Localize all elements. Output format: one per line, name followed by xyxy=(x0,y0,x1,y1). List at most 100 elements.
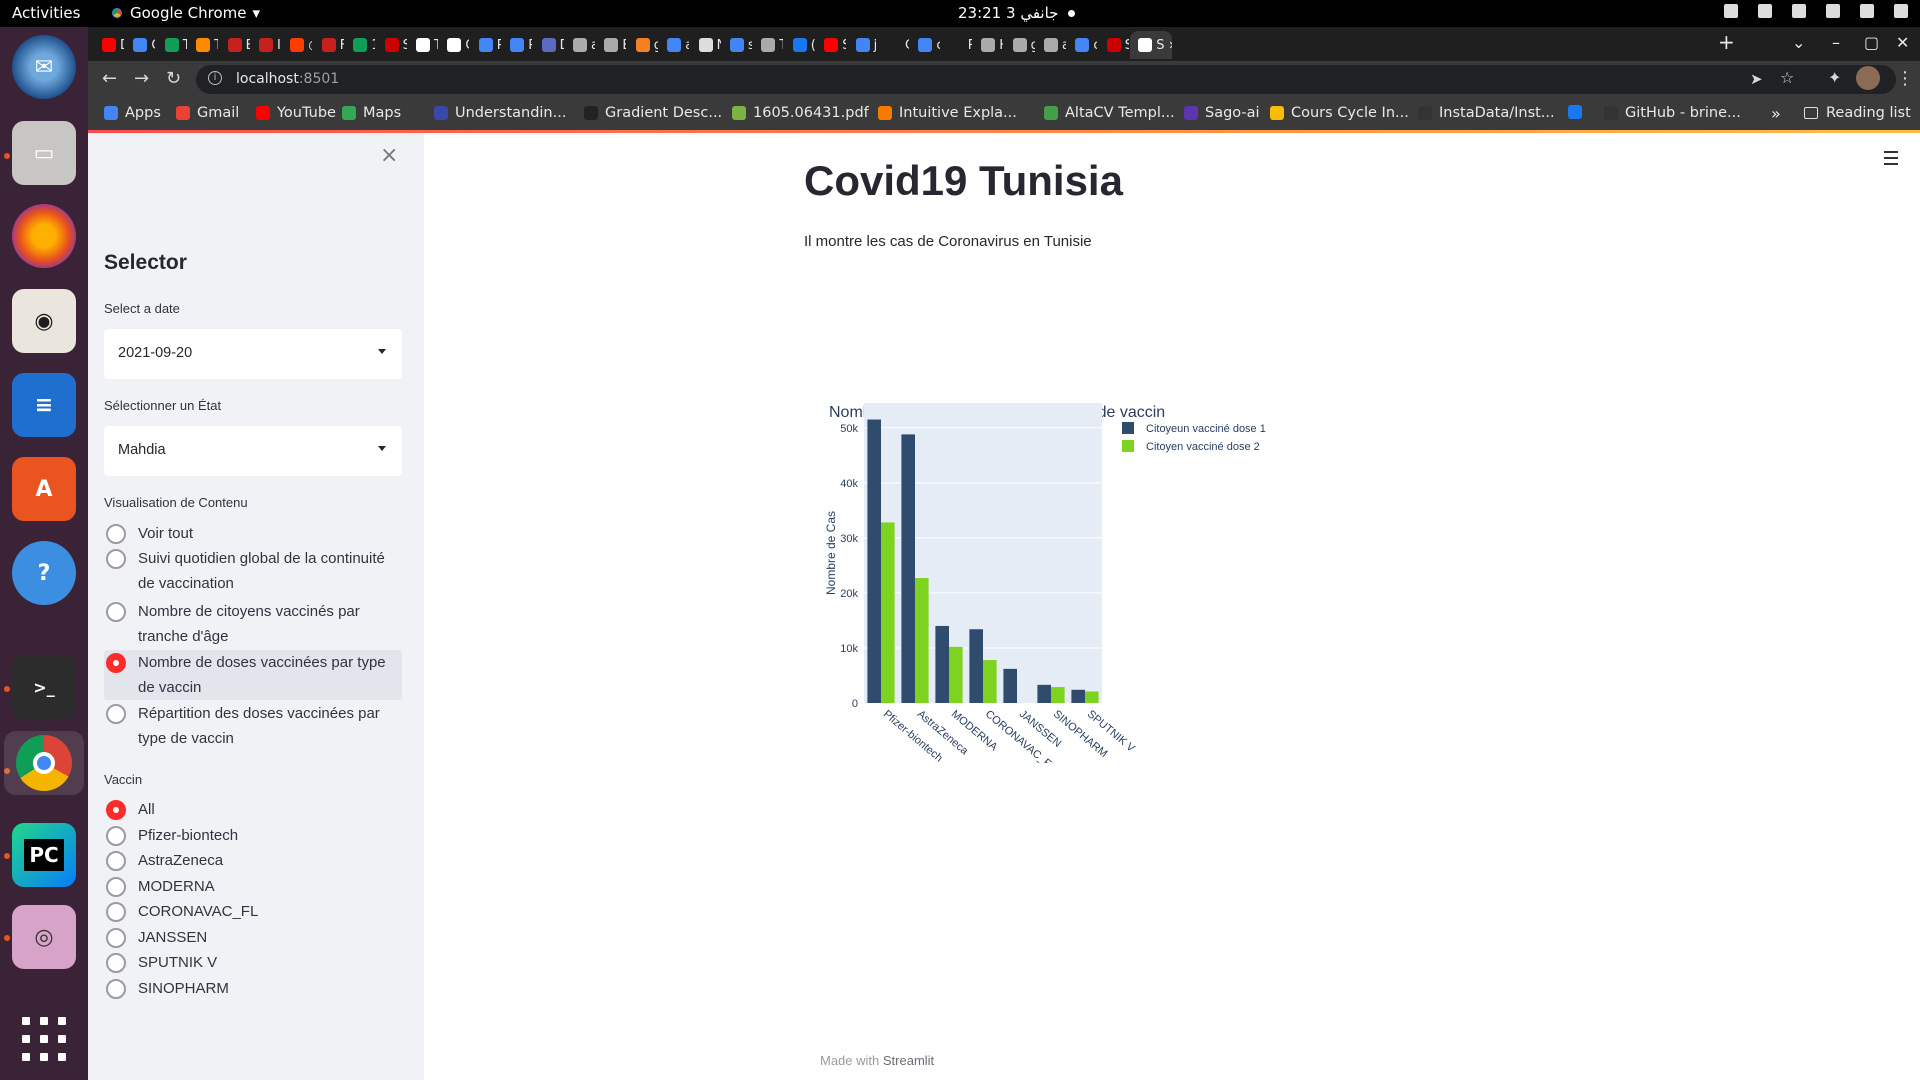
bookmark-item[interactable]: Cours Cycle In... xyxy=(1270,105,1409,121)
vaccine-option[interactable]: CORONAVAC_FL xyxy=(104,899,402,924)
vaccine-option[interactable]: MODERNA xyxy=(104,874,402,899)
back-icon[interactable]: ← xyxy=(102,68,117,89)
browser-tab[interactable]: R xyxy=(942,31,972,59)
browser-tab[interactable]: T xyxy=(188,31,218,59)
rhythmbox-icon[interactable]: ◉ xyxy=(12,289,76,353)
state-select[interactable]: Mahdia xyxy=(104,426,402,476)
browser-tab[interactable]: a xyxy=(659,31,689,59)
radio-button-icon[interactable] xyxy=(106,800,126,820)
browser-tab[interactable]: S xyxy=(377,31,407,59)
bookmark-item[interactable]: Intuitive Expla... xyxy=(878,105,1017,121)
content-option[interactable]: Suivi quotidien global de la continuité … xyxy=(104,546,402,596)
browser-tab[interactable]: D xyxy=(534,31,564,59)
more-menu-icon[interactable]: ⋮ xyxy=(1896,68,1914,89)
browser-tab[interactable]: C xyxy=(879,31,909,59)
radio-button-icon[interactable] xyxy=(106,549,126,569)
bookmark-item[interactable]: Apps xyxy=(104,105,161,121)
content-option[interactable]: Voir tout xyxy=(104,521,402,546)
radio-button-icon[interactable] xyxy=(106,979,126,999)
reload-icon[interactable]: ↻ xyxy=(166,68,181,89)
radio-button-icon[interactable] xyxy=(106,953,126,973)
forward-icon[interactable]: → xyxy=(134,68,149,89)
browser-tab[interactable]: ◎ xyxy=(282,31,312,59)
show-applications-icon[interactable] xyxy=(22,1017,66,1061)
radio-button-icon[interactable] xyxy=(106,851,126,871)
close-sidebar-icon[interactable]: × xyxy=(380,143,398,168)
browser-tab[interactable]: P xyxy=(502,31,532,59)
bookmark-item[interactable]: YouTube xyxy=(256,105,336,121)
radio-button-icon[interactable] xyxy=(106,928,126,948)
minimize-icon[interactable]: – xyxy=(1832,33,1840,52)
vaccine-option[interactable]: JANSSEN xyxy=(104,925,402,950)
radio-button-icon[interactable] xyxy=(106,653,126,673)
vaccine-option[interactable]: All xyxy=(104,797,402,822)
camera-app-icon[interactable]: ◎ xyxy=(12,905,76,969)
content-option[interactable]: Répartition des doses vaccinées par type… xyxy=(104,701,402,751)
thunderbird-icon[interactable]: ✉ xyxy=(12,35,76,99)
browser-tab[interactable]: je xyxy=(848,31,878,59)
bookmark-item[interactable]: Gradient Desc... xyxy=(584,105,722,121)
vaccine-option[interactable]: SPUTNIK V xyxy=(104,950,402,975)
radio-button-icon[interactable] xyxy=(106,704,126,724)
radio-button-icon[interactable] xyxy=(106,877,126,897)
browser-tab[interactable]: P xyxy=(471,31,501,59)
maximize-icon[interactable]: ▢ xyxy=(1864,33,1879,52)
radio-button-icon[interactable] xyxy=(106,602,126,622)
browser-tab[interactable]: S✕ xyxy=(1130,31,1173,59)
browser-tab[interactable]: D xyxy=(94,31,124,59)
app-menu[interactable]: Google Chrome ▾ xyxy=(110,4,260,22)
content-option[interactable]: Nombre de doses vaccinées par type de va… xyxy=(104,650,402,700)
browser-tab[interactable]: C xyxy=(439,31,469,59)
bookmark-item[interactable] xyxy=(1568,105,1589,119)
close-tab-icon[interactable]: ✕ xyxy=(1168,39,1172,52)
terminal-icon[interactable]: >_ xyxy=(12,655,76,719)
hamburger-menu-icon[interactable] xyxy=(1884,151,1898,169)
software-center-icon[interactable]: A xyxy=(12,457,76,521)
content-option[interactable]: Nombre de citoyens vaccinés par tranche … xyxy=(104,599,402,649)
send-icon[interactable]: ➤ xyxy=(1750,70,1763,88)
browser-tab[interactable]: S xyxy=(816,31,846,59)
activities-button[interactable]: Activities xyxy=(12,4,80,22)
close-window-icon[interactable]: ✕ xyxy=(1896,33,1909,52)
firefox-icon[interactable] xyxy=(12,204,76,268)
address-bar[interactable]: i localhost:8501 xyxy=(196,65,1896,94)
bookmark-item[interactable]: GitHub - brine... xyxy=(1604,105,1741,121)
chrome-icon[interactable] xyxy=(4,731,84,795)
browser-tab[interactable]: ( xyxy=(785,31,815,59)
browser-tab[interactable]: T xyxy=(753,31,783,59)
bookmark-item[interactable]: Understandin... xyxy=(434,105,566,121)
browser-tab[interactable]: In xyxy=(251,31,281,59)
vaccine-option[interactable]: SINOPHARM xyxy=(104,976,402,1001)
browser-tab[interactable]: S xyxy=(1099,31,1129,59)
browser-tab[interactable]: a xyxy=(1036,31,1066,59)
more-bookmarks-button[interactable]: » xyxy=(1771,104,1781,123)
bookmark-item[interactable]: Sago-ai xyxy=(1184,105,1260,121)
browser-tab[interactable]: H xyxy=(973,31,1003,59)
bookmark-item[interactable]: Maps xyxy=(342,105,401,121)
browser-tab[interactable]: g xyxy=(1005,31,1035,59)
browser-tab[interactable]: E xyxy=(220,31,250,59)
bookmark-item[interactable]: AltaCV Templ... xyxy=(1044,105,1175,121)
avatar[interactable] xyxy=(1856,66,1880,90)
bookmark-item[interactable]: 1605.06431.pdf xyxy=(732,105,869,121)
writer-icon[interactable]: ≡ xyxy=(12,373,76,437)
system-tray[interactable] xyxy=(1724,4,1908,18)
bookmark-item[interactable]: Gmail xyxy=(176,105,239,121)
browser-tab[interactable]: c xyxy=(1067,31,1097,59)
site-info-icon[interactable]: i xyxy=(208,71,222,85)
browser-tab[interactable]: T xyxy=(157,31,187,59)
browser-tab[interactable]: c xyxy=(910,31,940,59)
pycharm-icon[interactable]: PC xyxy=(12,823,76,887)
reading-list-button[interactable]: Reading list xyxy=(1804,105,1911,121)
browser-tab[interactable]: a xyxy=(565,31,595,59)
browser-tab[interactable]: N xyxy=(691,31,721,59)
browser-tab[interactable]: E xyxy=(596,31,626,59)
browser-tab[interactable]: s xyxy=(722,31,752,59)
browser-tab[interactable]: 1 xyxy=(345,31,375,59)
streamlit-link[interactable]: Streamlit xyxy=(883,1053,934,1068)
help-icon[interactable]: ? xyxy=(12,541,76,605)
vaccine-option[interactable]: Pfizer-biontech xyxy=(104,823,402,848)
browser-tab[interactable]: C xyxy=(125,31,155,59)
clock[interactable]: جانفي 3 23:21 xyxy=(958,4,1076,22)
browser-tab[interactable]: g xyxy=(628,31,658,59)
